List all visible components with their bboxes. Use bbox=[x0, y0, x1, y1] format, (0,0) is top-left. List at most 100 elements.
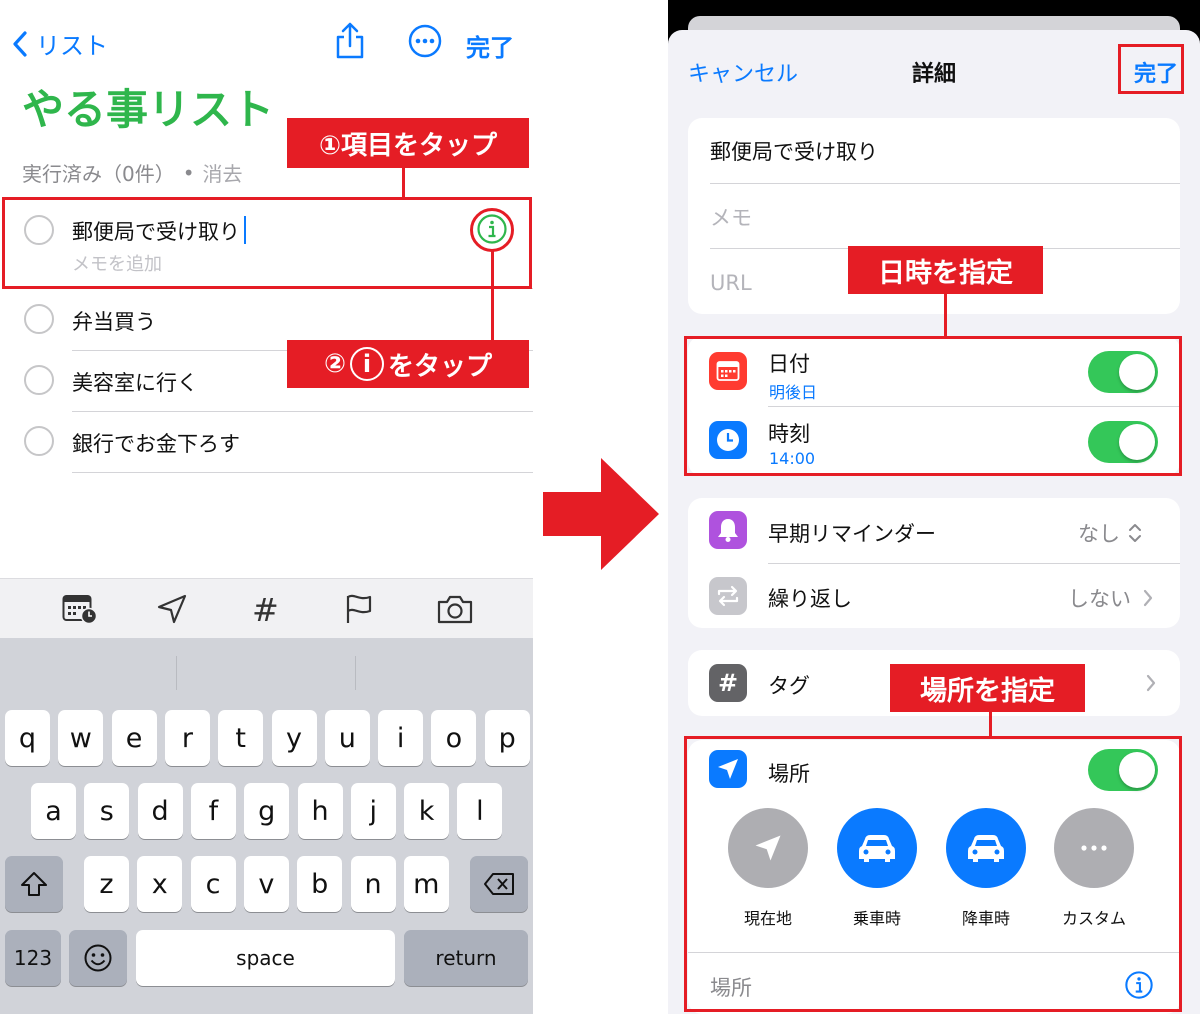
shift-key[interactable] bbox=[5, 856, 63, 912]
shift-icon bbox=[21, 872, 47, 896]
key-l[interactable]: l bbox=[457, 783, 503, 839]
key-a[interactable]: a bbox=[31, 783, 76, 839]
early-reminder-select[interactable]: なし bbox=[1078, 518, 1142, 548]
emoji-key[interactable] bbox=[69, 930, 127, 986]
key-c[interactable]: c bbox=[190, 856, 236, 912]
bell-icon-tile bbox=[709, 511, 747, 549]
flag-icon bbox=[346, 594, 372, 623]
repeat-label: 繰り返し bbox=[768, 587, 852, 611]
repeat-icon-tile bbox=[709, 577, 747, 615]
key-s[interactable]: s bbox=[84, 783, 130, 839]
clear-button[interactable]: 消去 bbox=[203, 158, 243, 187]
chevron-right-icon bbox=[1143, 589, 1153, 607]
location-highlight-frame bbox=[684, 736, 1182, 1012]
emoji-icon bbox=[84, 944, 112, 972]
annotation-set-datetime: 日時を指定 bbox=[848, 246, 1043, 294]
flag-button[interactable] bbox=[344, 593, 374, 629]
item-title[interactable]: 弁当買う bbox=[72, 306, 156, 336]
reminder-card: 早期リマインダー なし 繰り返し しない bbox=[688, 498, 1180, 628]
annotation-tap-item: ①項目をタップ bbox=[287, 118, 529, 168]
title-field[interactable]: 郵便局で受け取り bbox=[710, 136, 878, 166]
back-label: リスト bbox=[36, 32, 108, 60]
key-i[interactable]: i bbox=[378, 710, 424, 766]
key-p[interactable]: p bbox=[484, 710, 530, 766]
key-r[interactable]: r bbox=[164, 710, 210, 766]
numbers-key[interactable]: 123 bbox=[5, 930, 61, 986]
done-highlight-frame bbox=[1118, 44, 1184, 94]
memo-field[interactable]: メモ bbox=[710, 202, 752, 232]
key-x[interactable]: x bbox=[137, 856, 183, 912]
delete-key[interactable] bbox=[470, 856, 528, 912]
camera-icon bbox=[437, 595, 473, 624]
quick-toolbar: # bbox=[0, 578, 533, 638]
annotation-set-location: 場所を指定 bbox=[890, 664, 1085, 712]
key-z[interactable]: z bbox=[84, 856, 129, 912]
key-q[interactable]: q bbox=[5, 710, 50, 766]
key-m[interactable]: m bbox=[403, 856, 449, 912]
item-title[interactable]: 銀行でお金下ろす bbox=[72, 428, 240, 458]
location-arrow-icon bbox=[157, 594, 187, 624]
location-button[interactable] bbox=[156, 593, 188, 629]
info-highlight-ring bbox=[470, 208, 514, 252]
key-j[interactable]: j bbox=[350, 783, 396, 839]
suggestion-divider bbox=[355, 656, 356, 690]
camera-button[interactable] bbox=[436, 593, 474, 629]
reminders-list-screen: リスト 完了 やる事リスト 実行済み（0件） • 消去 郵便局で受け取り メモを… bbox=[0, 0, 533, 1014]
key-v[interactable]: v bbox=[243, 856, 289, 912]
tag-icon-tile: # bbox=[709, 664, 747, 702]
key-y[interactable]: y bbox=[271, 710, 317, 766]
key-e[interactable]: e bbox=[111, 710, 157, 766]
return-key[interactable]: return bbox=[404, 930, 528, 986]
early-reminder-value: なし bbox=[1078, 522, 1120, 546]
dot-separator: • bbox=[182, 160, 195, 185]
key-h[interactable]: h bbox=[297, 783, 343, 839]
completed-row: 実行済み（0件） • 消去 bbox=[22, 158, 243, 187]
chevron-right-icon bbox=[1146, 674, 1156, 692]
item-title[interactable]: 美容室に行く bbox=[72, 367, 198, 397]
key-w[interactable]: w bbox=[58, 710, 104, 766]
annotation-step-number: ② bbox=[323, 349, 346, 379]
url-field[interactable]: URL bbox=[710, 271, 752, 295]
tag-button[interactable]: # bbox=[252, 591, 279, 629]
more-icon bbox=[408, 24, 442, 58]
divider bbox=[72, 472, 533, 473]
callout-line bbox=[944, 294, 947, 337]
key-n[interactable]: n bbox=[350, 856, 396, 912]
more-button[interactable] bbox=[408, 24, 442, 62]
divider bbox=[768, 563, 1180, 564]
key-d[interactable]: d bbox=[137, 783, 183, 839]
info-glyph-circle: i bbox=[350, 347, 384, 381]
key-k[interactable]: k bbox=[404, 783, 450, 839]
done-button[interactable]: 完了 bbox=[466, 28, 514, 63]
calendar-clock-icon bbox=[62, 595, 98, 625]
share-button[interactable] bbox=[334, 22, 366, 64]
key-g[interactable]: g bbox=[244, 783, 290, 839]
datetime-highlight-frame bbox=[684, 336, 1182, 476]
item-highlight-frame bbox=[2, 197, 532, 289]
list-item[interactable]: 銀行でお金下ろす bbox=[0, 412, 533, 472]
callout-line bbox=[402, 168, 405, 198]
chevron-updown-icon bbox=[1129, 524, 1141, 542]
early-reminder-label: 早期リマインダー bbox=[768, 522, 936, 546]
repeat-select[interactable]: しない bbox=[1068, 583, 1153, 613]
checkbox[interactable] bbox=[24, 365, 54, 395]
share-icon bbox=[336, 22, 364, 59]
keyboard: qwertyuiop asdfghjkl zxcvbnm 123 space ret… bbox=[0, 638, 533, 1014]
info-glyph: i bbox=[362, 350, 372, 378]
key-b[interactable]: b bbox=[297, 856, 343, 912]
key-o[interactable]: o bbox=[431, 710, 477, 766]
checkbox[interactable] bbox=[24, 426, 54, 456]
arrow-right-icon bbox=[543, 458, 659, 570]
date-button[interactable] bbox=[62, 593, 98, 629]
completed-count: 実行済み（0件） bbox=[22, 162, 175, 186]
key-f[interactable]: f bbox=[190, 783, 236, 839]
annotation-tap-info: ② i をタップ bbox=[287, 340, 529, 388]
repeat-icon bbox=[717, 585, 739, 607]
space-key[interactable]: space bbox=[136, 930, 395, 986]
key-t[interactable]: t bbox=[218, 710, 264, 766]
back-button[interactable]: リスト bbox=[12, 26, 108, 61]
backspace-icon bbox=[484, 873, 514, 895]
checkbox[interactable] bbox=[24, 304, 54, 334]
tags-label: タグ bbox=[768, 674, 810, 698]
key-u[interactable]: u bbox=[324, 710, 370, 766]
